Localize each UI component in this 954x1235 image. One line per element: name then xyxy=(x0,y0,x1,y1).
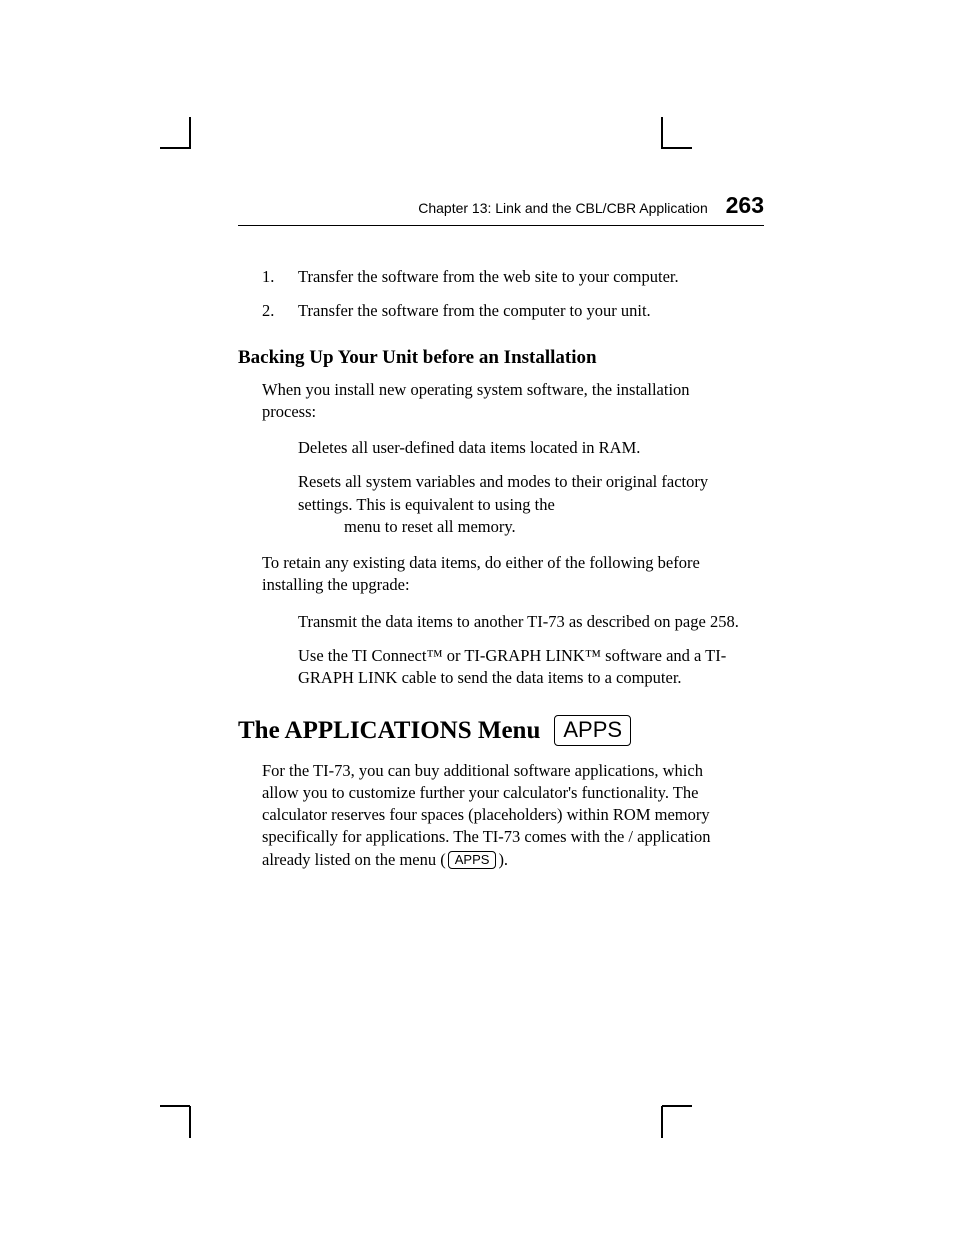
crop-mark xyxy=(661,117,663,149)
crop-mark xyxy=(189,117,191,149)
section-heading-backup: Backing Up Your Unit before an Installat… xyxy=(238,347,764,369)
step-text: Transfer the software from the computer … xyxy=(298,300,651,322)
list-item: Transmit the data items to another TI-73… xyxy=(298,611,740,633)
list-item: Resets all system variables and modes to… xyxy=(298,471,740,538)
crop-mark xyxy=(160,147,190,149)
crop-mark xyxy=(662,147,692,149)
list-item: 2. Transfer the software from the comput… xyxy=(262,300,764,322)
list-item: 1. Transfer the software from the web si… xyxy=(262,266,764,288)
apps-key-icon: APPS xyxy=(448,851,497,870)
section-heading-apps-row: The APPLICATIONS Menu APPS xyxy=(238,715,764,745)
step-number: 2. xyxy=(262,300,298,322)
section-heading-apps: The APPLICATIONS Menu xyxy=(238,717,540,745)
bullet-text: Deletes all user-defined data items loca… xyxy=(298,438,640,457)
numbered-steps: 1. Transfer the software from the web si… xyxy=(238,266,764,323)
page-number: 263 xyxy=(726,192,764,218)
step-number: 1. xyxy=(262,266,298,288)
apps-paragraph-part: ). xyxy=(498,850,508,869)
running-header: Chapter 13: Link and the CBL/CBR Applica… xyxy=(238,192,764,226)
content-column: Chapter 13: Link and the CBL/CBR Applica… xyxy=(238,192,764,885)
crop-mark xyxy=(662,1105,692,1107)
bullet-text: Resets all system variables and modes to… xyxy=(298,472,708,513)
paragraph: For the TI-73, you can buy additional so… xyxy=(262,760,740,871)
crop-mark xyxy=(661,1106,663,1138)
list-item: Deletes all user-defined data items loca… xyxy=(298,437,740,459)
bullet-list: Deletes all user-defined data items loca… xyxy=(298,437,740,538)
chapter-title: Chapter 13: Link and the CBL/CBR Applica… xyxy=(418,200,708,216)
step-text: Transfer the software from the web site … xyxy=(298,266,679,288)
crop-mark xyxy=(160,1105,190,1107)
list-item: Use the TI Connect™ or TI-GRAPH LINK™ so… xyxy=(298,645,740,690)
bullet-text-line2: menu to reset all memory. xyxy=(344,516,740,538)
crop-mark xyxy=(189,1106,191,1138)
apps-key-icon: APPS xyxy=(554,715,631,745)
page: Chapter 13: Link and the CBL/CBR Applica… xyxy=(0,0,954,1235)
paragraph: To retain any existing data items, do ei… xyxy=(262,552,740,597)
bullet-list: Transmit the data items to another TI-73… xyxy=(298,611,740,690)
apps-paragraph-part: menu ( xyxy=(399,850,445,869)
paragraph: When you install new operating system so… xyxy=(262,379,740,424)
